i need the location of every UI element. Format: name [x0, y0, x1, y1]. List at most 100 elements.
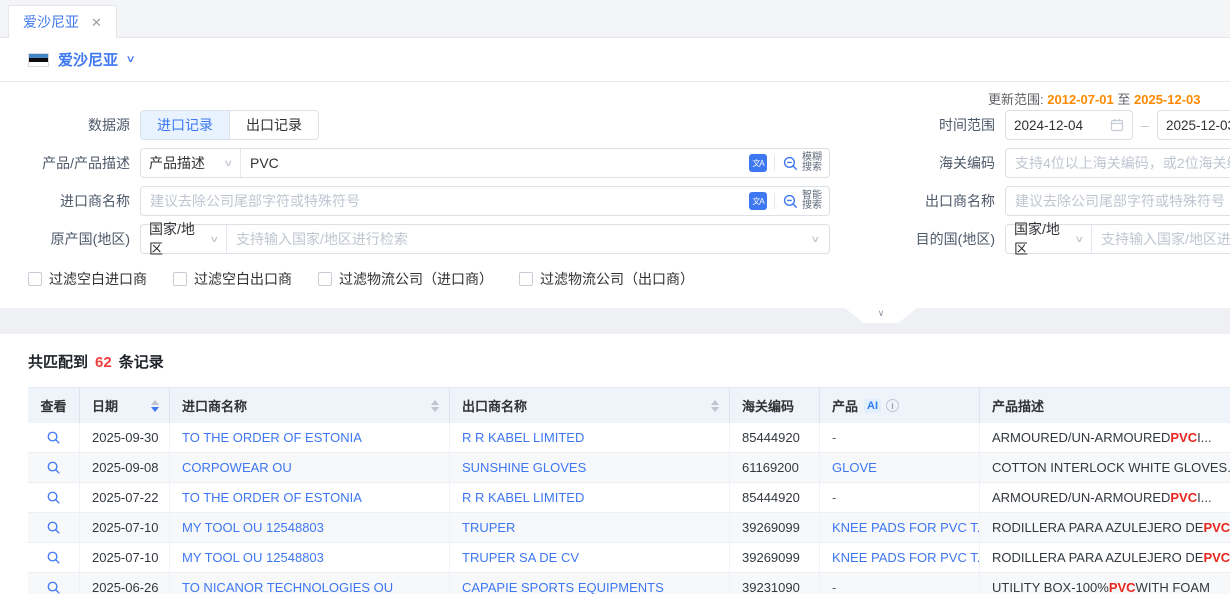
header-view: 查看	[28, 388, 80, 423]
sort-date[interactable]	[151, 400, 159, 412]
importer-link[interactable]: MY TOOL OU 12548803	[170, 543, 450, 572]
origin-type-select[interactable]: 国家/地区 ∨	[141, 225, 227, 253]
product-type-select[interactable]: 产品描述 ∨	[141, 149, 241, 177]
update-range-from: 2012-07-01	[1047, 92, 1114, 107]
sort-importer[interactable]	[431, 400, 439, 412]
sort-exporter[interactable]	[711, 400, 719, 412]
exporter-link[interactable]: TRUPER SA DE CV	[450, 543, 730, 572]
header-importer-label: 进口商名称	[182, 396, 247, 415]
importer-link[interactable]: TO THE ORDER OF ESTONIA	[170, 423, 450, 452]
datasource-option[interactable]: 出口记录	[229, 111, 318, 139]
exporter-label: 出口商名称	[845, 191, 1005, 211]
collapse-handle[interactable]: ∨	[845, 308, 917, 323]
origin-country-input[interactable]	[227, 225, 812, 253]
hs-code-input[interactable]	[1006, 149, 1230, 177]
datasource-toggle: 进口记录出口记录	[140, 110, 319, 140]
importer-combo: 文A 智能搜索	[140, 186, 830, 216]
fuzzy-search-icon	[782, 155, 799, 172]
tab-estonia[interactable]: 爱沙尼亚 ✕	[8, 5, 117, 38]
calendar-icon[interactable]	[1110, 118, 1124, 132]
smart-search-button[interactable]: 智能搜索	[782, 191, 822, 211]
date-to-value: 2025-12-03	[1166, 118, 1230, 133]
header-exporter: 出口商名称	[450, 388, 730, 423]
results-count: 62	[95, 354, 112, 371]
chevron-down-icon: ∨	[210, 234, 220, 245]
destination-country-input[interactable]	[1092, 225, 1230, 253]
exporter-box	[1005, 186, 1230, 216]
view-button[interactable]	[28, 543, 80, 572]
date-cell: 2025-07-22	[80, 483, 170, 512]
view-button[interactable]	[28, 483, 80, 512]
view-button[interactable]	[28, 423, 80, 452]
checkbox-box-icon[interactable]	[28, 272, 42, 286]
view-button[interactable]	[28, 513, 80, 542]
translate-icon[interactable]: 文A	[749, 192, 767, 210]
exporter-input[interactable]	[1006, 187, 1230, 215]
divider	[774, 193, 775, 209]
date-to-input[interactable]: 2025-12-03	[1157, 110, 1230, 140]
importer-link[interactable]: CORPOWEAR OU	[170, 453, 450, 482]
chevron-down-icon[interactable]: ∨	[811, 234, 821, 245]
close-icon[interactable]: ✕	[91, 16, 102, 29]
chevron-down-icon[interactable]: ∨	[126, 54, 136, 65]
exporter-link[interactable]: TRUPER	[450, 513, 730, 542]
product-link[interactable]: KNEE PADS FOR PVC T...	[820, 543, 980, 572]
filter-checkbox[interactable]: 过滤物流公司（进口商）	[318, 269, 493, 289]
date-cell: 2025-07-10	[80, 513, 170, 542]
estonia-flag-icon	[28, 53, 49, 67]
translate-icon[interactable]: 文A	[749, 154, 767, 172]
hs-code-cell: 85444920	[730, 483, 820, 512]
date-from-input[interactable]: 2024-12-04	[1005, 110, 1133, 140]
table-body: 2025-09-30TO THE ORDER OF ESTONIAR R KAB…	[28, 423, 1230, 594]
filter-checkbox[interactable]: 过滤空白进口商	[28, 269, 147, 289]
importer-link[interactable]: MY TOOL OU 12548803	[170, 513, 450, 542]
checkbox-row: 过滤空白进口商 过滤空白出口商 过滤物流公司（进口商） 过滤物流公司（出口商）	[28, 268, 1230, 296]
checkbox-label: 过滤物流公司（进口商）	[339, 269, 493, 289]
table-row: 2025-06-26TO NICANOR TECHNOLOGIES OUCAPA…	[28, 573, 1230, 594]
update-range-label: 更新范围:	[988, 92, 1044, 107]
date-from-value: 2024-12-04	[1014, 118, 1110, 133]
fuzzy-search-button[interactable]: 模糊搜索	[782, 153, 822, 173]
filter-checkbox[interactable]: 过滤物流公司（出口商）	[519, 269, 694, 289]
importer-input[interactable]	[141, 187, 749, 215]
product-input[interactable]	[241, 149, 749, 177]
exporter-link[interactable]: R R KABEL LIMITED	[450, 423, 730, 452]
header-date-label: 日期	[92, 396, 118, 415]
checkbox-box-icon[interactable]	[173, 272, 187, 286]
exporter-link[interactable]: CAPAPIE SPORTS EQUIPMENTS	[450, 573, 730, 594]
hs-code-cell: 61169200	[730, 453, 820, 482]
search-icon	[46, 460, 61, 475]
header-product: 产品 AI i	[820, 388, 980, 423]
view-button[interactable]	[28, 573, 80, 594]
results-suffix: 条记录	[119, 351, 164, 372]
checkbox-box-icon[interactable]	[519, 272, 533, 286]
product-link[interactable]: KNEE PADS FOR PVC T...	[820, 513, 980, 542]
results-prefix: 共匹配到	[28, 351, 88, 372]
keyword-highlight: PVC	[1170, 490, 1197, 505]
checkbox-box-icon[interactable]	[318, 272, 332, 286]
product-desc-cell: RODILLERA PARA AZULEJERO DE PVC	[980, 543, 1230, 572]
hs-code-cell: 39269099	[730, 543, 820, 572]
smart-label-2: 搜索	[802, 201, 822, 211]
datasource-option[interactable]: 进口记录	[141, 111, 229, 139]
keyword-highlight: PVC	[1203, 550, 1230, 565]
origin-combo: 国家/地区 ∨ ∨	[140, 224, 830, 254]
table-row: 2025-09-30TO THE ORDER OF ESTONIAR R KAB…	[28, 423, 1230, 453]
destination-type-select[interactable]: 国家/地区 ∨	[1006, 225, 1092, 253]
info-icon[interactable]: i	[886, 399, 899, 412]
product-desc-cell: ARMOURED/UN-ARMOURED PVC I...	[980, 483, 1230, 512]
importer-link[interactable]: TO THE ORDER OF ESTONIA	[170, 483, 450, 512]
exporter-link[interactable]: SUNSHINE GLOVES	[450, 453, 730, 482]
search-icon	[46, 550, 61, 565]
importer-link[interactable]: TO NICANOR TECHNOLOGIES OU	[170, 573, 450, 594]
product-desc-cell: ARMOURED/UN-ARMOURED PVC I...	[980, 423, 1230, 452]
product-link[interactable]: GLOVE	[820, 453, 980, 482]
hs-code-cell: 39231090	[730, 573, 820, 594]
search-icon	[46, 580, 61, 594]
product-desc-cell: RODILLERA PARA AZULEJERO DE PVC	[980, 513, 1230, 542]
view-button[interactable]	[28, 453, 80, 482]
product-cell: -	[820, 483, 980, 512]
exporter-link[interactable]: R R KABEL LIMITED	[450, 483, 730, 512]
filter-checkbox[interactable]: 过滤空白出口商	[173, 269, 292, 289]
hs-code-cell: 85444920	[730, 423, 820, 452]
